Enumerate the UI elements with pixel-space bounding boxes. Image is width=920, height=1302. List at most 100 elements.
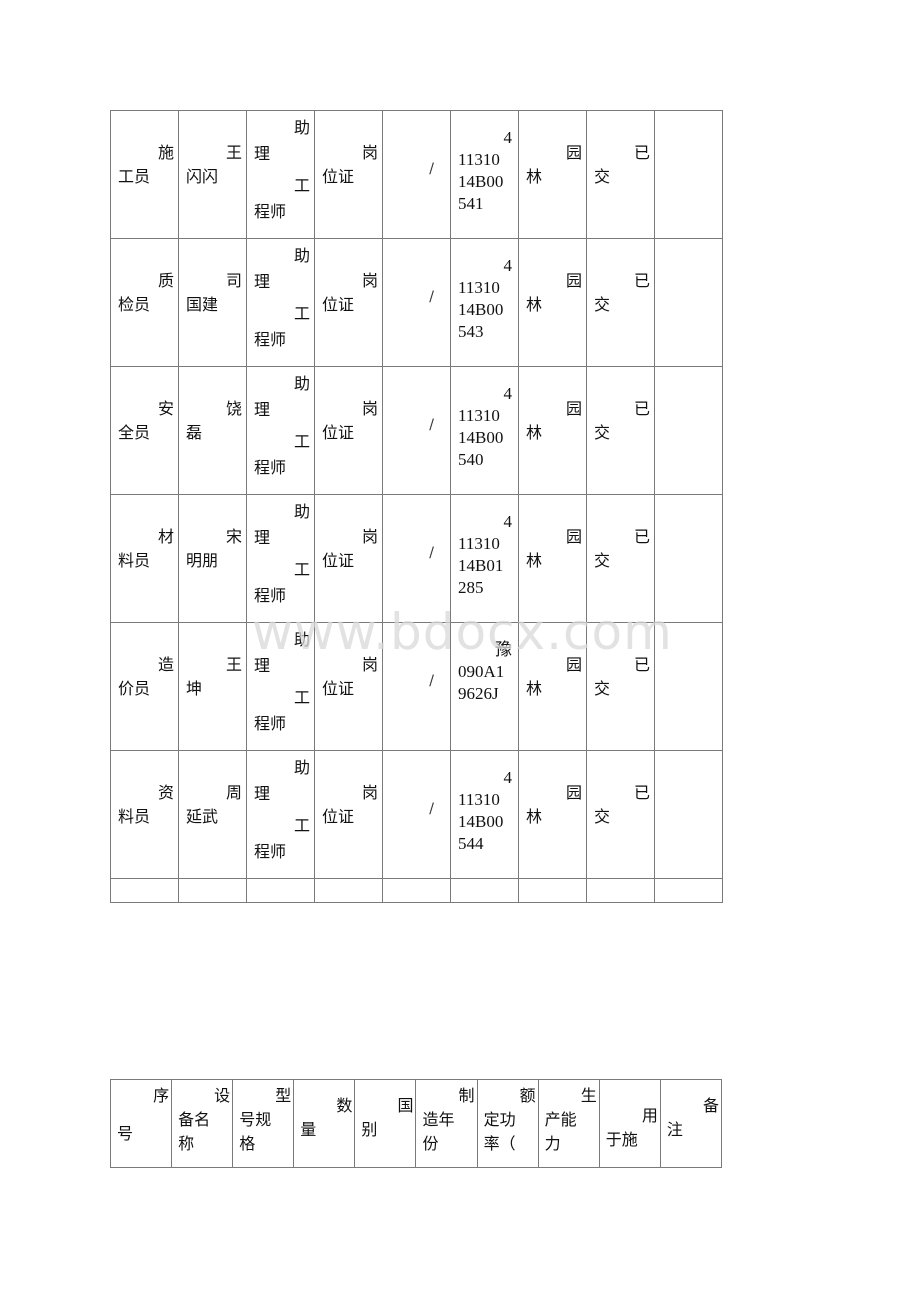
- submission-status-line-1: 已: [633, 527, 650, 546]
- submission-status-cell: 已交: [586, 110, 655, 239]
- certificate-number-cell: 4 11310 14B00 541: [450, 110, 519, 239]
- professional-title: 助理工程师: [247, 751, 314, 882]
- equipment-header-cell: 额定功 率（: [476, 1079, 539, 1168]
- certificate-number-line: 4: [503, 768, 513, 787]
- certificate-number-line: 4: [503, 128, 513, 147]
- person-name-line-1: 宋: [225, 527, 242, 546]
- certificate-level-cell: /: [382, 622, 451, 751]
- submission-status-line-2: 交: [594, 807, 611, 826]
- specialty-line-2: 林: [526, 679, 543, 698]
- submission-status-line-1: 已: [633, 783, 650, 802]
- equipment-header-cell: 生产能力: [537, 1079, 600, 1168]
- certificate-number-cell: 4 11310 14B01 285: [450, 494, 519, 623]
- specialty-line-2: 林: [526, 807, 543, 826]
- position-line-1: 材: [157, 527, 174, 546]
- header-line: 制: [458, 1086, 475, 1105]
- position-line-2: 料员: [118, 551, 151, 570]
- certificate-type: 岗位证: [315, 751, 382, 908]
- certificate-number-line: 4: [503, 384, 513, 403]
- title-line-1: 助: [293, 630, 310, 649]
- certificate-number-line: 4: [503, 512, 513, 531]
- equipment-header-text: 设备名称: [172, 1080, 232, 1156]
- header-line: 量: [300, 1120, 317, 1139]
- person-name-cell: 王闪闪: [178, 110, 247, 239]
- person-name-line-2: 坤: [186, 679, 203, 698]
- equipment-header-text: 备注: [661, 1080, 721, 1142]
- equipment-header-text: 生产能力: [539, 1080, 599, 1156]
- submission-status-line-2: 交: [594, 423, 611, 442]
- person-name-cell: 宋明朋: [178, 494, 247, 623]
- person-name-line-2: 闪闪: [186, 167, 219, 186]
- submission-status-line-1: 已: [633, 655, 650, 674]
- header-line: 率（: [483, 1134, 516, 1153]
- header-line: 于施: [605, 1130, 638, 1149]
- position-line-2: 价员: [118, 679, 151, 698]
- certificate-number-line: 14B01: [458, 556, 504, 575]
- header-line: 造年: [422, 1110, 455, 1129]
- title-line-1: 助: [293, 246, 310, 265]
- certificate-type-cell: 岗位证: [314, 494, 383, 623]
- certificate-number: 4 11310 14B00 543: [451, 239, 518, 382]
- position-line-2: 全员: [118, 423, 151, 442]
- title-line-4: 程师: [254, 842, 287, 861]
- certificate-level-cell: /: [382, 238, 451, 367]
- person-name-line-1: 周: [225, 783, 242, 802]
- certificate-level-cell: /: [382, 366, 451, 495]
- title-line-3: 工: [293, 304, 310, 323]
- certificate-type-cell: 岗位证: [314, 622, 383, 751]
- certificate-number-cell: 4 11310 14B00 544: [450, 750, 519, 879]
- remark-cell: [654, 494, 723, 623]
- specialty-cell: 园林: [518, 110, 587, 239]
- equipment-header-text: 数量: [294, 1080, 354, 1142]
- position-cell: 资料员: [110, 750, 179, 879]
- submission-status-cell: 已交: [586, 622, 655, 751]
- table-row: 安全员饶磊助理工程师岗位证/4 11310 14B00 540 园林已交: [110, 366, 723, 495]
- certificate-type-line-2: 位证: [322, 167, 355, 186]
- professional-title: 助理工程师: [247, 239, 314, 370]
- certificate-type-line-2: 位证: [322, 807, 355, 826]
- position: 资料员: [111, 751, 178, 908]
- submission-status-line-1: 已: [633, 143, 650, 162]
- certificate-level: /: [429, 801, 434, 817]
- certificate-number-line: 090A1: [458, 662, 505, 681]
- header-line: 备名: [178, 1110, 211, 1129]
- certificate-level-cell: /: [382, 750, 451, 879]
- person-name-cell: 王坤: [178, 622, 247, 751]
- header-line: 型: [275, 1086, 292, 1105]
- header-line: 号: [117, 1124, 134, 1143]
- equipment-header-cell: 制造年份: [415, 1079, 478, 1168]
- submission-status-line-2: 交: [594, 295, 611, 314]
- submission-status-cell: 已交: [586, 494, 655, 623]
- equipment-header-text: 用于施: [600, 1080, 660, 1152]
- certificate-number-line: 9626J: [458, 684, 499, 703]
- title-line-3: 工: [293, 176, 310, 195]
- specialty-line-1: 园: [565, 271, 582, 290]
- submission-status-line-2: 交: [594, 679, 611, 698]
- certificate-number-line: 11310: [458, 790, 500, 809]
- header-line: 数: [336, 1096, 353, 1115]
- equipment-header-cell: 数量: [293, 1079, 356, 1168]
- equipment-header-text: 额定功 率（: [478, 1080, 538, 1156]
- certificate-number-line: 540: [458, 450, 484, 469]
- submission-status-line-1: 已: [633, 271, 650, 290]
- specialty: 园林: [519, 751, 586, 908]
- title-line-3: 工: [293, 688, 310, 707]
- document-page: 施工员王闪闪助理工程师岗位证/4 11310 14B00 541 园林已交质检员司国建助…: [0, 0, 920, 1302]
- equipment-header-cell: 用于施: [598, 1079, 661, 1168]
- certificate-number-line: 11310: [458, 406, 500, 425]
- table-row: 材料员宋明朋助理工程师岗位证/4 11310 14B01 285 园林已交: [110, 494, 723, 623]
- title-line-4: 程师: [254, 330, 287, 349]
- certificate-number-line: 豫: [495, 640, 512, 659]
- title-line-4: 程师: [254, 458, 287, 477]
- specialty-line-1: 园: [565, 399, 582, 418]
- specialty-line-1: 园: [565, 783, 582, 802]
- certificate-type-line-1: 岗: [361, 783, 378, 802]
- certificate-type-line-1: 岗: [361, 399, 378, 418]
- person-name-line-1: 饶: [225, 399, 242, 418]
- header-line: 用: [641, 1106, 658, 1125]
- person-name-line-1: 司: [225, 271, 242, 290]
- certificate-number-line: 14B00: [458, 172, 504, 191]
- certificate-type-line-2: 位证: [322, 679, 355, 698]
- title-line-2: 理: [254, 528, 271, 547]
- specialty-cell: 园林: [518, 366, 587, 495]
